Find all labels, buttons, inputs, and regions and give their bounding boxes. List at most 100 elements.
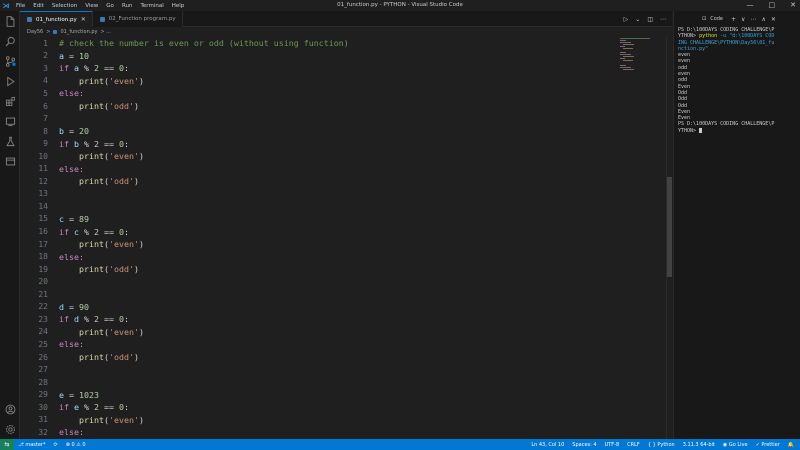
code-line[interactable]: 22 d = 90 <box>20 301 666 314</box>
code-editor[interactable]: 1 # check the number is even or odd (with… <box>20 37 666 439</box>
menu-go[interactable]: Go <box>105 3 115 9</box>
code-text: else: <box>59 88 84 99</box>
menu-run[interactable]: Run <box>121 3 134 9</box>
tab-01-function[interactable]: 01_function.py ✕ <box>20 11 93 27</box>
code-line[interactable]: 10 print('even') <box>20 150 666 163</box>
close-window-button[interactable]: ✕ <box>790 1 796 10</box>
code-line[interactable]: 26 print('odd') <box>20 351 666 364</box>
line-number: 8 <box>43 126 48 136</box>
problems-indicator[interactable]: ⊗ 0 ⚠ 0 <box>66 442 86 448</box>
terminal-output[interactable]: PS D:\100DAYS CODING CHALLENGE\P YTHON> … <box>674 27 800 134</box>
code-line[interactable]: 28 <box>20 376 666 389</box>
code-line[interactable]: 15 c = 89 <box>20 213 666 226</box>
prettier-button[interactable]: ✓ Prettier <box>756 442 780 448</box>
code-line[interactable]: 29 e = 1023 <box>20 388 666 401</box>
code-line[interactable]: 8 b = 20 <box>20 125 666 138</box>
run-debug-icon[interactable] <box>0 71 20 91</box>
code-line[interactable]: 5 else: <box>20 87 666 100</box>
scrollbar-thumb[interactable] <box>667 177 672 277</box>
code-text: if c % 2 == 0: <box>59 226 129 237</box>
line-number: 18 <box>38 252 48 262</box>
line-number: 19 <box>38 264 48 274</box>
code-text: else: <box>59 163 84 174</box>
settings-gear-icon[interactable] <box>0 419 20 439</box>
line-number: 20 <box>38 277 48 287</box>
breadcrumb-tail[interactable]: > ... <box>100 29 111 35</box>
menu-file[interactable]: File <box>15 3 26 9</box>
search-icon[interactable] <box>0 31 20 51</box>
cursor-position[interactable]: Ln 43, Col 10 <box>531 442 564 448</box>
code-line[interactable]: 11 else: <box>20 163 666 176</box>
source-control-icon[interactable] <box>0 51 20 71</box>
menu-edit[interactable]: Edit <box>32 3 45 9</box>
code-line[interactable]: 24 print('even') <box>20 326 666 339</box>
run-file-icon[interactable]: ▷ <box>624 16 629 23</box>
breadcrumb-folder[interactable]: Day56 <box>27 29 43 35</box>
line-number: 4 <box>43 76 48 86</box>
breadcrumb-file[interactable]: 01_function.py <box>60 29 97 35</box>
vscode-logo-icon: ⋊ <box>2 1 10 10</box>
indentation[interactable]: Spaces: 4 <box>572 442 596 448</box>
go-live-button[interactable]: ◉ Go Live <box>723 442 748 448</box>
new-terminal-button[interactable]: + <box>731 16 736 23</box>
tab-02-function-program[interactable]: 02_Function program.py <box>92 11 183 27</box>
code-line[interactable]: 13 <box>20 188 666 201</box>
minimap[interactable] <box>620 37 666 97</box>
close-panel-button[interactable]: ✕ <box>771 16 776 23</box>
code-line[interactable]: 27 <box>20 363 666 376</box>
code-text: print('odd') <box>78 176 139 187</box>
terminal-dropdown-button[interactable]: ∨ <box>741 16 745 23</box>
menu-help[interactable]: Help <box>171 3 186 9</box>
extensions-icon[interactable] <box>0 91 20 111</box>
run-dropdown-icon[interactable]: ⌄ <box>635 16 640 23</box>
code-line[interactable]: 7 <box>20 112 666 125</box>
code-line[interactable]: 4 print('even') <box>20 75 666 88</box>
code-line[interactable]: 9 if b % 2 == 0: <box>20 137 666 150</box>
code-line[interactable]: 30 if e % 2 == 0: <box>20 401 666 414</box>
terminal-header: ⊡ Code + ∨ ⋯ ∧ ✕ <box>674 11 800 27</box>
code-line[interactable]: 21 <box>20 288 666 301</box>
minimize-button[interactable]: — <box>747 1 754 10</box>
code-line[interactable]: 16 if c % 2 == 0: <box>20 225 666 238</box>
more-actions-icon[interactable]: ⋯ <box>660 16 666 23</box>
encoding[interactable]: UTF-8 <box>605 442 620 448</box>
account-icon[interactable] <box>0 399 20 419</box>
explorer-icon[interactable] <box>0 11 20 31</box>
remote-indicator-icon[interactable]: ⇆ <box>0 439 14 450</box>
terminal-more-button[interactable]: ⋯ <box>750 16 756 23</box>
code-line[interactable]: 31 print('even') <box>20 414 666 427</box>
line-ending[interactable]: CRLF <box>627 442 640 448</box>
code-line[interactable]: 32 else: <box>20 426 666 439</box>
remote-explorer-icon[interactable] <box>0 111 20 131</box>
code-line[interactable]: 23 if d % 2 == 0: <box>20 313 666 326</box>
branch-indicator[interactable]: ⎇ master* <box>18 442 46 448</box>
code-line[interactable]: 14 <box>20 200 666 213</box>
menu-selection[interactable]: Selection <box>51 3 78 9</box>
code-line[interactable]: 18 else: <box>20 250 666 263</box>
terminal-name[interactable]: Code <box>710 16 723 22</box>
code-line[interactable]: 20 <box>20 275 666 288</box>
menu-terminal[interactable]: Terminal <box>139 3 164 9</box>
code-line[interactable]: 25 else: <box>20 338 666 351</box>
code-line[interactable]: 12 print('odd') <box>20 175 666 188</box>
close-tab-icon[interactable]: ✕ <box>81 16 86 23</box>
code-line[interactable]: 2 a = 10 <box>20 50 666 63</box>
menu-view[interactable]: View <box>84 3 99 9</box>
sync-icon[interactable]: ⟳ <box>54 442 58 448</box>
editor-scrollbar[interactable] <box>666 37 672 439</box>
testing-icon[interactable] <box>0 131 20 151</box>
code-text: print('even') <box>78 239 144 250</box>
python-interpreter[interactable]: 3.11.3 64-bit <box>683 442 715 448</box>
code-text: else: <box>59 339 84 350</box>
maximize-panel-button[interactable]: ∧ <box>761 16 765 23</box>
code-line[interactable]: 19 print('odd') <box>20 263 666 276</box>
language-mode[interactable]: { } Python <box>648 442 675 448</box>
notifications-icon[interactable]: 🔔 <box>788 442 794 448</box>
maximize-button[interactable]: □ <box>769 1 776 10</box>
code-line[interactable]: 17 print('even') <box>20 238 666 251</box>
split-editor-icon[interactable]: ◫ <box>647 16 653 23</box>
code-line[interactable]: 3 if a % 2 == 0: <box>20 62 666 75</box>
browser-icon[interactable] <box>0 151 20 171</box>
code-line[interactable]: 6 print('odd') <box>20 100 666 113</box>
code-line[interactable]: 1 # check the number is even or odd (with… <box>20 37 666 50</box>
